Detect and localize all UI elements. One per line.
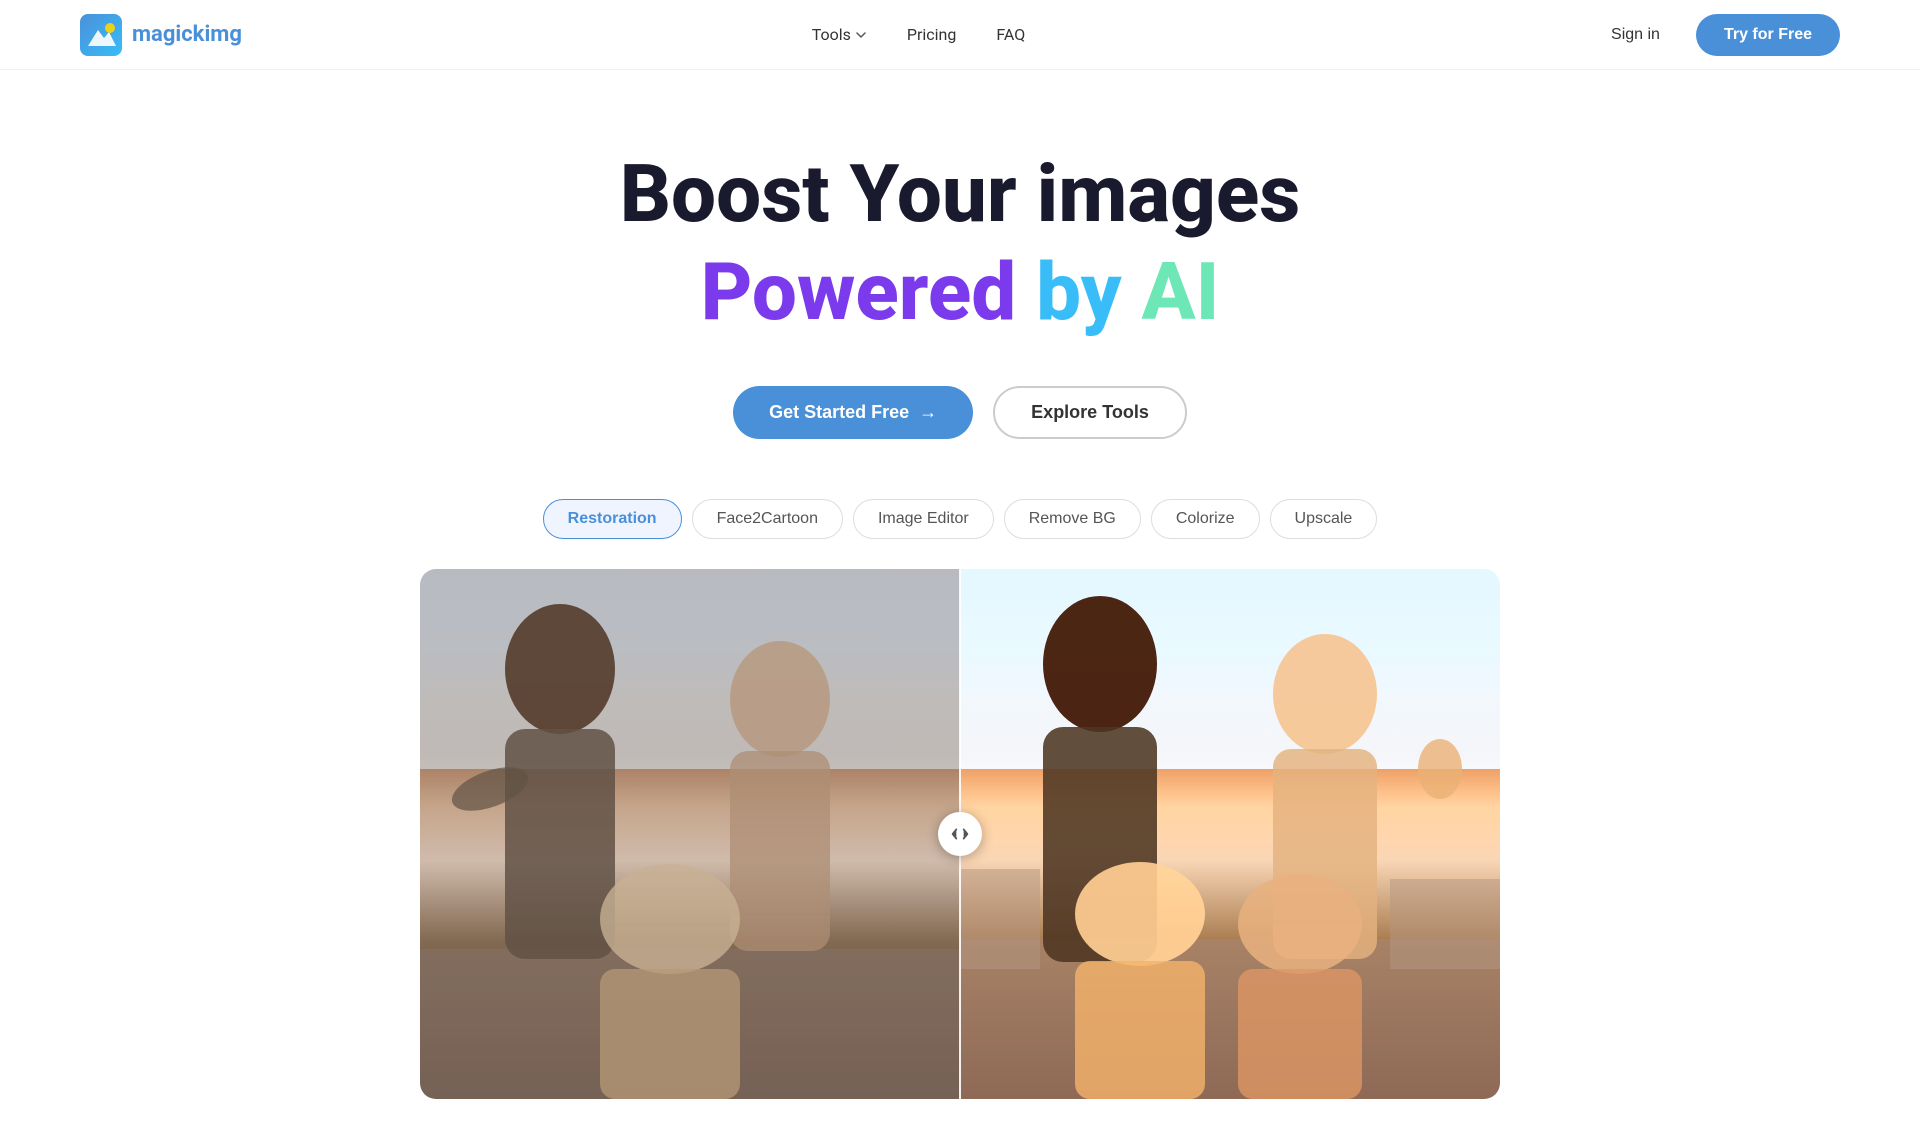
tab-image-editor[interactable]: Image Editor	[853, 499, 994, 539]
tab-upscale[interactable]: Upscale	[1270, 499, 1378, 539]
get-started-button[interactable]: Get Started Free →	[733, 386, 973, 439]
scene-left-svg	[420, 569, 960, 1099]
nav-actions: Sign in Try for Free	[1595, 14, 1840, 56]
hero-title-line1: Boost Your images	[620, 150, 1301, 238]
nav-tools-link[interactable]: Tools	[812, 25, 867, 44]
image-comparison[interactable]	[420, 569, 1500, 1099]
logo-icon	[80, 14, 122, 56]
explore-tools-button[interactable]: Explore Tools	[993, 386, 1187, 439]
nav-faq-label: FAQ	[996, 25, 1025, 44]
nav-faq-link[interactable]: FAQ	[996, 25, 1025, 44]
by-text: by	[1036, 245, 1121, 339]
logo-text-img: img	[204, 22, 241, 47]
tab-restoration[interactable]: Restoration	[543, 499, 682, 539]
navbar: magickimg Tools Pricing FAQ Sign in Try …	[0, 0, 1920, 70]
tab-remove-bg[interactable]: Remove BG	[1004, 499, 1141, 539]
try-free-button[interactable]: Try for Free	[1696, 14, 1840, 56]
nav-links: Tools Pricing FAQ	[812, 25, 1026, 44]
arrow-icon: →	[919, 402, 937, 423]
chevron-down-icon	[855, 29, 867, 41]
hero-section: Boost Your images Powered by AI Get Star…	[0, 70, 1920, 1139]
tab-face2cartoon[interactable]: Face2Cartoon	[692, 499, 843, 539]
nav-pricing-link[interactable]: Pricing	[907, 25, 957, 44]
powered-text: Powered	[701, 245, 1017, 339]
get-started-label: Get Started Free	[769, 402, 909, 423]
compare-arrows-icon	[949, 823, 971, 845]
ai-text: AI	[1142, 245, 1220, 339]
nav-tools-label: Tools	[812, 25, 851, 44]
logo-link[interactable]: magickimg	[80, 14, 242, 56]
hero-title-line2: Powered by AI	[701, 248, 1220, 336]
scene-right-svg	[960, 569, 1500, 1099]
sign-in-button[interactable]: Sign in	[1595, 18, 1676, 52]
comparison-wrapper	[420, 569, 1500, 1099]
nav-pricing-label: Pricing	[907, 25, 957, 44]
image-before	[420, 569, 960, 1099]
image-after	[960, 569, 1500, 1099]
comparison-divider-handle[interactable]	[938, 812, 982, 856]
tab-colorize[interactable]: Colorize	[1151, 499, 1260, 539]
logo-text: magickimg	[132, 22, 242, 47]
logo-text-magick: magick	[132, 22, 204, 47]
hero-buttons: Get Started Free → Explore Tools	[733, 386, 1187, 439]
tool-tabs: Restoration Face2Cartoon Image Editor Re…	[543, 499, 1378, 539]
